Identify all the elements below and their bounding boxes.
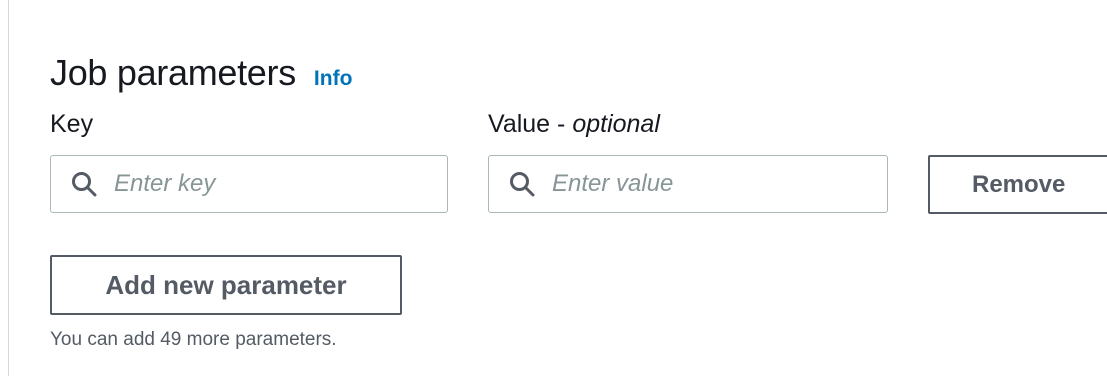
value-label-text: Value - [488, 110, 573, 138]
value-label-optional: optional [572, 110, 660, 138]
section-title: Job parameters [50, 52, 296, 93]
job-parameters-panel: Job parameters Info Key Value - optional… [0, 0, 1107, 376]
search-icon [71, 171, 97, 197]
value-label: Value - optional [488, 110, 660, 139]
parameter-limit-hint: You can add 49 more parameters. [50, 329, 337, 350]
key-label-text: Key [50, 110, 94, 138]
info-link[interactable]: Info [314, 67, 352, 91]
key-label: Key [50, 110, 93, 139]
value-input-container [488, 155, 888, 213]
panel-left-divider [8, 0, 9, 376]
key-input-container [50, 155, 448, 213]
add-parameter-button[interactable]: Add new parameter [50, 255, 402, 315]
section-header: Job parameters Info [50, 52, 352, 94]
key-input[interactable] [112, 169, 416, 199]
remove-button[interactable]: Remove [928, 155, 1107, 214]
search-icon [509, 171, 535, 197]
value-input[interactable] [550, 169, 854, 199]
